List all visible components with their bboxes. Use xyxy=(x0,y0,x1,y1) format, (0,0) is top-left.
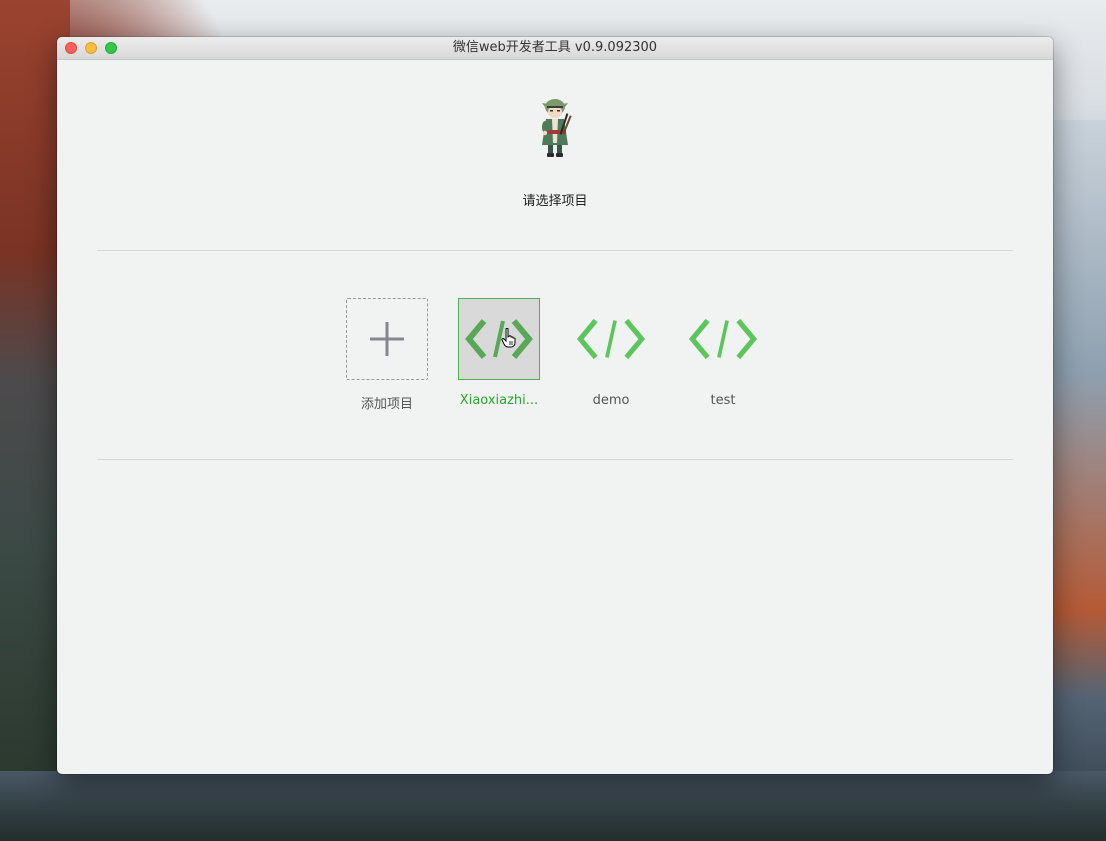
add-project-button[interactable] xyxy=(346,298,428,380)
project-tile-test[interactable] xyxy=(682,298,764,380)
window-title: 微信web开发者工具 v0.9.092300 xyxy=(452,40,658,55)
top-divider xyxy=(97,250,1013,251)
title-bar[interactable]: 微信web开发者工具 v0.9.092300 xyxy=(57,37,1053,60)
app-window: 微信web开发者工具 v0.9.092300 请选择项目 添加项目 Xiaoxi… xyxy=(57,37,1053,774)
code-brackets-icon xyxy=(688,318,758,360)
wallpaper-cliff-right xyxy=(1046,120,1106,841)
project-label-demo[interactable]: demo xyxy=(555,393,667,408)
select-project-prompt: 请选择项目 xyxy=(522,194,588,209)
code-brackets-icon xyxy=(465,319,533,359)
plus-icon xyxy=(370,322,404,356)
project-tile-demo[interactable] xyxy=(570,298,652,380)
project-label-xiaoxiazhi[interactable]: Xiaoxiazhi... xyxy=(443,393,555,408)
code-brackets-icon xyxy=(576,318,646,360)
bottom-divider xyxy=(97,459,1013,460)
project-label-test[interactable]: test xyxy=(667,393,779,408)
user-avatar xyxy=(542,99,572,157)
wallpaper-forest xyxy=(0,771,1106,841)
hand-pointer-icon xyxy=(501,328,516,348)
add-project-label[interactable]: 添加项目 xyxy=(331,393,443,412)
project-tile-xiaoxiazhi[interactable] xyxy=(458,298,540,380)
